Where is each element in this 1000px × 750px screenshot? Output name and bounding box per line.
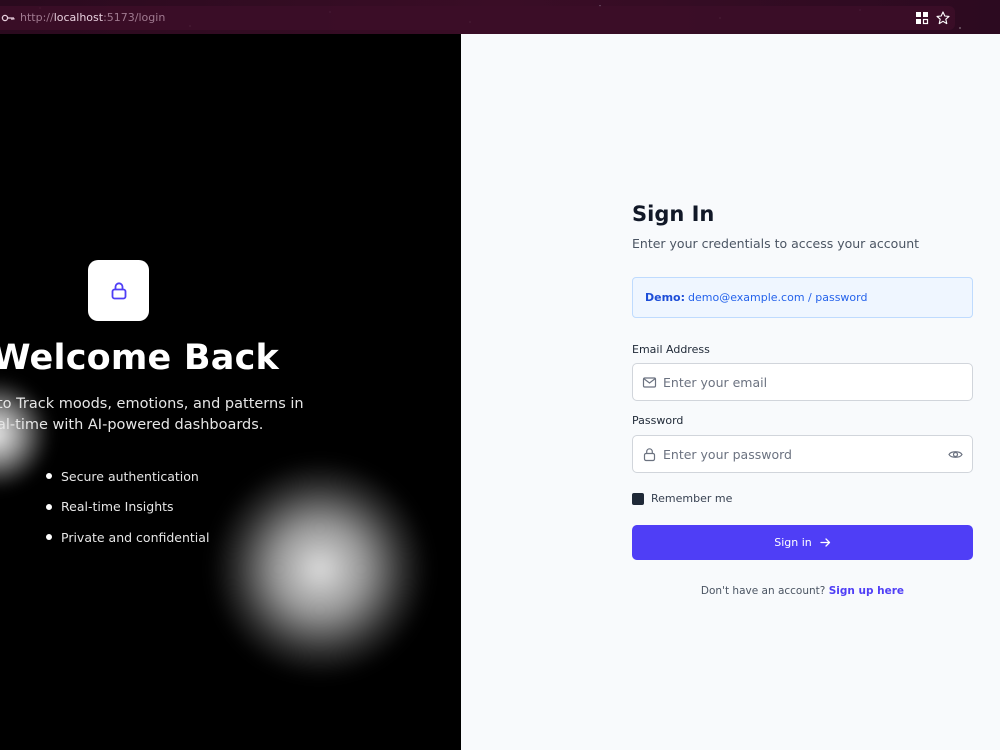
demo-text: demo@example.com / password (688, 291, 868, 304)
hero-subtitle-line-1: to Track moods, emotions, and patterns i… (0, 396, 304, 412)
feature-label: Private and confidential (61, 529, 210, 545)
hero-panel: Welcome Back to Track moods, emotions, a… (0, 34, 461, 750)
signup-link[interactable]: Sign up here (829, 585, 904, 597)
lock-icon (643, 448, 656, 462)
url-host: localhost (53, 11, 104, 24)
login-panel: Sign In Enter your credentials to access… (461, 34, 1000, 750)
hero-title: Welcome Back (0, 338, 279, 378)
glow-orb-large (215, 464, 425, 674)
sign-in-button[interactable]: Sign in (632, 525, 973, 560)
signup-prompt-text: Don't have an account? (700, 585, 826, 597)
url-scheme: http:// (20, 11, 54, 24)
password-label: Password (632, 414, 684, 427)
bullet-icon (46, 503, 52, 510)
url-text: http://localhost:5173/login (20, 11, 165, 24)
remember-me-checkbox[interactable] (632, 492, 644, 505)
email-label: Email Address (632, 343, 710, 356)
browser-toolbar: http://localhost:5173/login (0, 0, 1000, 34)
form-subtitle: Enter your credentials to access your ac… (632, 236, 920, 251)
key-icon (1, 14, 15, 22)
form-title: Sign In (632, 202, 715, 226)
address-bar[interactable]: http://localhost:5173/login (0, 6, 955, 30)
feature-label: Real-time Insights (61, 499, 174, 515)
hero-subtitle: to Track moods, emotions, and patterns i… (0, 394, 317, 436)
demo-label: Demo: (645, 291, 686, 304)
password-input[interactable] (663, 436, 933, 472)
password-field-wrapper (632, 435, 973, 473)
extensions-grid-icon[interactable] (915, 11, 929, 25)
feature-item: Secure authentication (46, 461, 209, 492)
lock-icon (111, 281, 126, 299)
remember-me[interactable]: Remember me (632, 492, 732, 505)
arrow-right-icon (820, 538, 830, 547)
email-field-wrapper (632, 363, 973, 401)
feature-item: Real-time Insights (46, 492, 209, 523)
url-path: :5173/login (103, 11, 166, 24)
hero-lock-badge (88, 260, 149, 321)
feature-list: Secure authentication Real-time Insights… (46, 461, 209, 553)
signup-prompt: Don't have an account? Sign up here (632, 585, 973, 597)
email-input[interactable] (663, 364, 933, 400)
eye-icon[interactable] (948, 447, 963, 462)
bookmark-star-icon[interactable] (936, 11, 950, 25)
demo-credentials-notice: Demo: demo@example.com / password (632, 277, 973, 318)
bullet-icon (46, 473, 52, 480)
mail-icon (642, 377, 657, 388)
feature-item: Private and confidential (46, 522, 209, 553)
hero-subtitle-line-2: al-time with AI-powered dashboards. (0, 417, 264, 433)
feature-label: Secure authentication (61, 468, 199, 484)
bullet-icon (46, 534, 52, 541)
sign-in-label: Sign in (774, 536, 812, 549)
remember-me-label: Remember me (651, 492, 733, 505)
